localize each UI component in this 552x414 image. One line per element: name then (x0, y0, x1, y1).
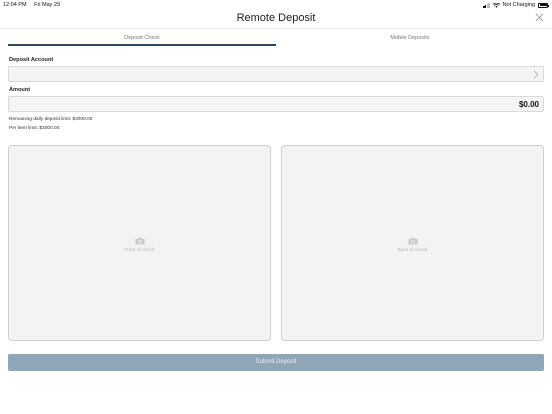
wifi-icon (492, 2, 500, 8)
status-right: Not Charging (483, 2, 549, 8)
active-tab-indicator (8, 44, 276, 46)
tab-bar: Deposit Check Mobile Deposits (8, 32, 544, 47)
charging-status: Not Charging (502, 2, 535, 8)
back-of-check-caption: Back of check (397, 248, 428, 253)
front-of-check-capture[interactable]: Front of check (8, 145, 271, 341)
remaining-limit-text: Remaining daily deposit limit: $3000.00 (9, 117, 93, 122)
front-of-check-caption: Front of check (124, 248, 155, 253)
status-date: Fri May 29 (34, 2, 61, 8)
amount-input[interactable]: $0.00 (8, 96, 544, 112)
page-title: Remote Deposit (236, 12, 316, 24)
signal-icon (483, 3, 490, 8)
tab-mobile-deposits[interactable]: Mobile Deposits (276, 32, 544, 46)
deposit-account-label: Deposit Account (9, 57, 54, 63)
amount-label: Amount (9, 87, 31, 93)
close-icon[interactable] (535, 13, 544, 22)
per-item-limit-text: Per item limit: $3000.00 (9, 126, 60, 131)
battery-icon (538, 2, 549, 8)
back-of-check-capture[interactable]: Back of check (281, 145, 544, 341)
camera-icon (408, 237, 417, 245)
deposit-account-select[interactable] (8, 66, 544, 82)
header: Remote Deposit (0, 9, 552, 29)
status-time: 12:04 PM (3, 2, 27, 8)
submit-deposit-button[interactable]: Submit Deposit (8, 354, 544, 371)
amount-value: $0.00 (518, 100, 539, 109)
chevron-right-icon (533, 70, 539, 79)
status-left: 12:04 PM Fri May 29 (3, 2, 66, 8)
camera-icon (135, 237, 144, 245)
